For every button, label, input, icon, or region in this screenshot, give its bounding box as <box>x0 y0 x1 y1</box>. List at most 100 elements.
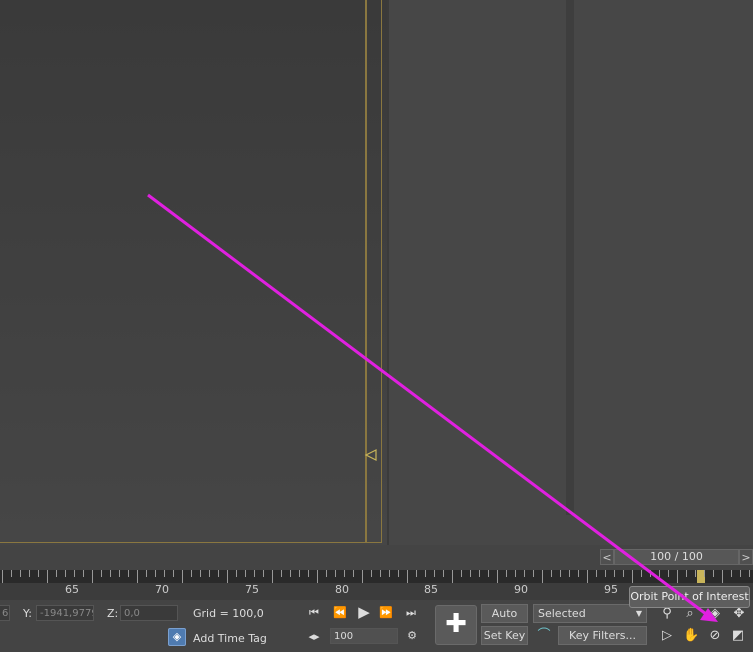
ruler-tick <box>317 570 318 583</box>
ruler-tick <box>353 570 354 577</box>
go-to-end-icon[interactable]: ⏭ <box>401 605 421 621</box>
ruler-tick <box>389 570 390 577</box>
ruler-label: 75 <box>245 583 259 596</box>
field-of-view-icon[interactable]: ▷ <box>659 628 675 644</box>
ruler-tick <box>713 570 714 577</box>
ruler-tick <box>749 570 750 577</box>
ruler-tick <box>326 570 327 577</box>
ruler-tick <box>524 570 525 577</box>
selection-set-value: Selected <box>538 607 586 620</box>
ruler-tick <box>146 570 147 577</box>
ruler-tick <box>272 570 273 583</box>
set-key-button[interactable]: Set Key <box>481 626 528 645</box>
grid-size: Grid = 100,0 <box>193 607 264 620</box>
camera-target-marker <box>364 449 377 461</box>
go-to-start-icon[interactable]: ⏮ <box>304 605 324 621</box>
viewport-guide-line <box>365 0 367 543</box>
key-filters-button[interactable]: Key Filters... <box>558 626 647 645</box>
ruler-tick <box>605 570 606 577</box>
ruler-tick <box>245 570 246 577</box>
frame-arrows-icon[interactable]: ◂▸ <box>304 629 324 645</box>
ruler-tick <box>299 570 300 577</box>
ruler-tick <box>686 570 687 577</box>
ruler-label: 90 <box>514 583 528 596</box>
add-time-tag[interactable]: Add Time Tag <box>193 632 267 645</box>
ruler-tick <box>587 570 588 583</box>
ruler-tick <box>155 570 156 577</box>
ruler-tick <box>650 570 651 577</box>
ruler-tick <box>506 570 507 577</box>
zoom-icon[interactable]: ⚲ <box>659 606 675 622</box>
ruler-tick <box>443 570 444 577</box>
z-coordinate-field[interactable]: 0,0 <box>120 605 178 621</box>
ruler-tick <box>128 570 129 577</box>
ruler-tick <box>200 570 201 577</box>
ruler-tick <box>101 570 102 577</box>
ruler-tick <box>92 570 93 583</box>
ruler-tick <box>677 570 678 583</box>
ruler-tick <box>236 570 237 577</box>
time-prev-button[interactable]: < <box>600 549 614 565</box>
ruler-tick <box>290 570 291 577</box>
ruler-tick <box>11 570 12 577</box>
ruler-tick <box>47 570 48 583</box>
time-next-button[interactable]: > <box>739 549 753 565</box>
panel-divider[interactable] <box>566 0 574 515</box>
ruler-label: 70 <box>155 583 169 596</box>
previous-frame-icon[interactable]: ⏪ <box>330 605 350 621</box>
time-config-icon[interactable]: ⚙ <box>402 628 422 644</box>
ruler-tick <box>695 570 696 577</box>
set-key-mode-icon[interactable]: ✚ <box>435 605 477 645</box>
ruler-tick <box>20 570 21 577</box>
zoom-extents-icon[interactable]: ◈ <box>707 606 723 622</box>
ruler-tick <box>569 570 570 577</box>
ruler-tick <box>281 570 282 577</box>
ruler-tick <box>641 570 642 577</box>
y-coordinate-field[interactable]: -1941,9779 <box>36 605 94 621</box>
ruler-tick <box>542 570 543 583</box>
ruler-tick <box>497 570 498 583</box>
ruler-tick <box>344 570 345 577</box>
ruler-tick <box>83 570 84 577</box>
safe-frame-border <box>0 0 382 543</box>
ruler-tick <box>452 570 453 583</box>
ruler-tick <box>596 570 597 577</box>
current-frame-field[interactable]: 100 <box>330 628 398 644</box>
auto-key-button[interactable]: Auto Key <box>481 604 528 637</box>
time-tag-icon[interactable]: ◈ <box>168 628 186 646</box>
ruler-tick <box>488 570 489 577</box>
zoom-extents-all-icon[interactable]: ✥ <box>731 606 747 622</box>
perspective-viewport[interactable] <box>0 0 387 545</box>
ruler-tick <box>479 570 480 577</box>
pan-hand-icon[interactable]: ✋ <box>683 628 699 644</box>
ruler-tick <box>227 570 228 583</box>
orbit-icon[interactable]: ⊘ <box>707 628 723 644</box>
ruler-tick <box>425 570 426 577</box>
ruler-tick <box>416 570 417 577</box>
ruler-tick <box>614 570 615 577</box>
ruler-tick <box>632 570 633 583</box>
ruler-tick <box>722 570 723 583</box>
play-icon[interactable]: ▶ <box>354 604 374 620</box>
ruler-label: 95 <box>604 583 618 596</box>
ruler-tick <box>218 570 219 577</box>
ruler-tick <box>551 570 552 577</box>
ruler-tick <box>164 570 165 577</box>
ruler-tick <box>659 570 660 577</box>
next-frame-icon[interactable]: ⏩ <box>376 605 396 621</box>
ruler-tick <box>335 570 336 577</box>
time-slider[interactable]: 100 / 100 <box>614 549 739 565</box>
ruler-tick <box>398 570 399 577</box>
ruler-tick <box>380 570 381 577</box>
ruler-tick <box>668 570 669 577</box>
z-label: Z: <box>107 607 119 620</box>
zoom-all-icon[interactable]: ⌕ <box>682 606 698 622</box>
x-coordinate-field[interactable]: 6 <box>0 605 10 621</box>
ruler-tick <box>254 570 255 577</box>
ruler-tick <box>740 570 741 577</box>
ruler-tick <box>29 570 30 577</box>
ruler-tick <box>731 570 732 577</box>
ruler-tick <box>371 570 372 577</box>
maximize-viewport-icon[interactable]: ◩ <box>730 628 746 644</box>
key-tangent-icon[interactable]: ⌒ <box>535 627 553 645</box>
